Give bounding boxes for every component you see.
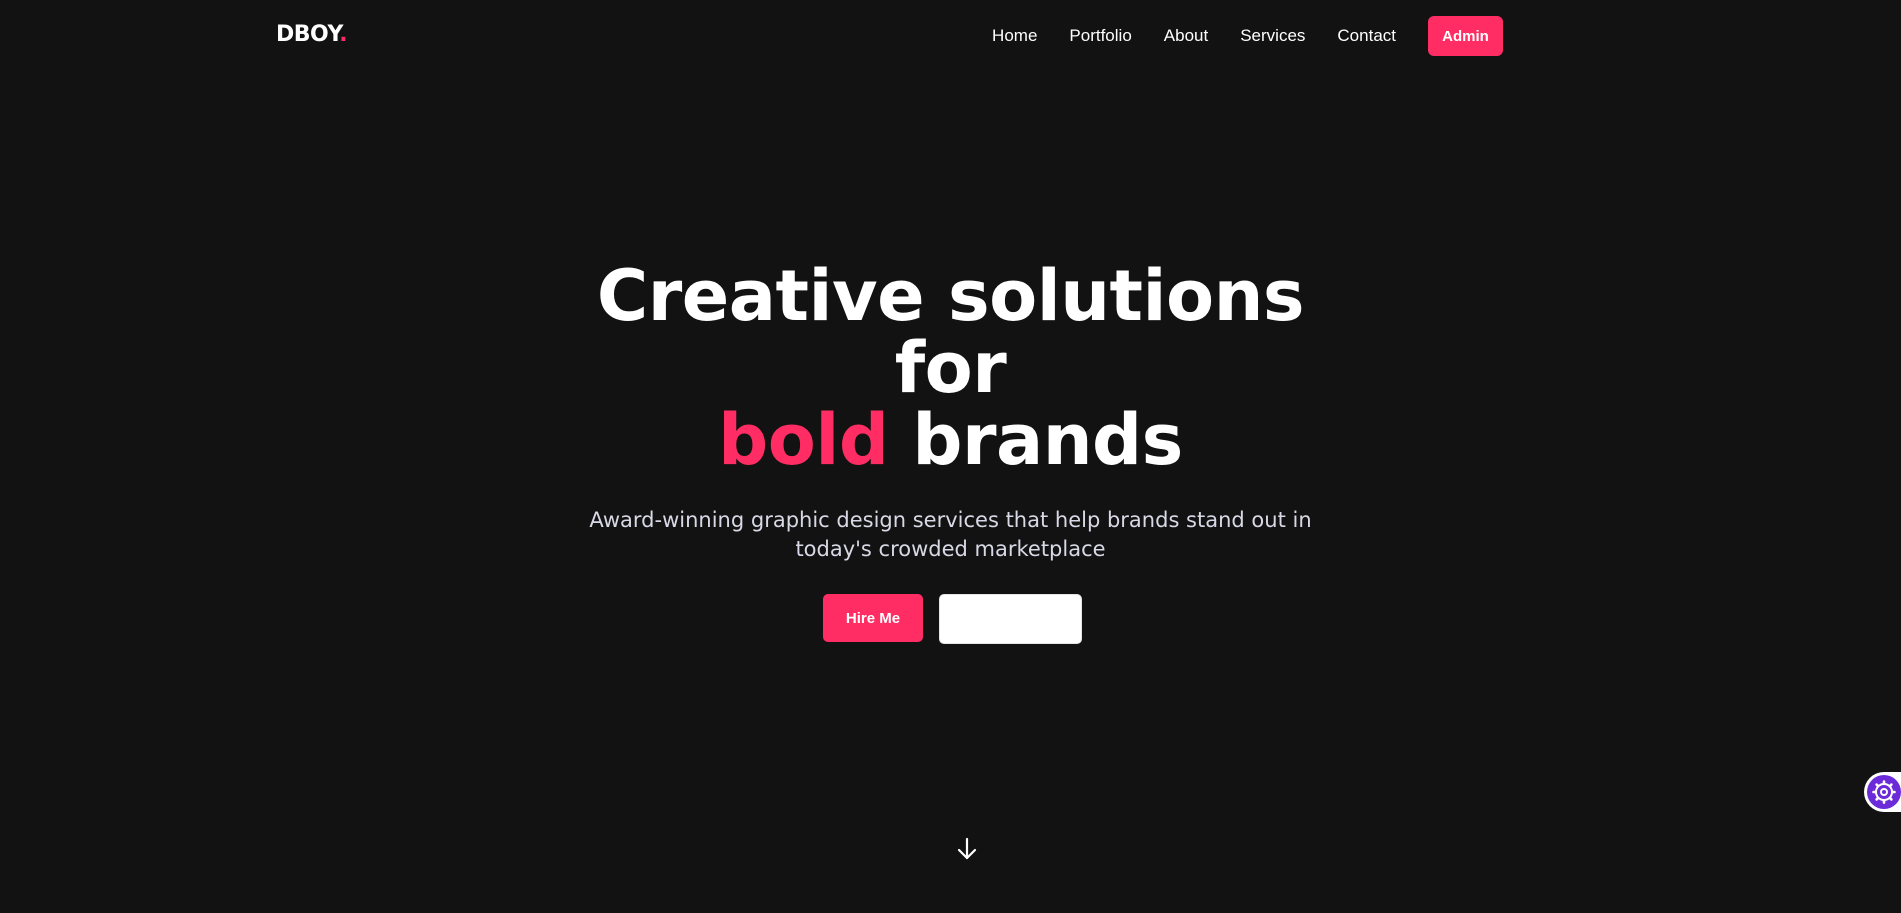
nav-link-home[interactable]: Home bbox=[992, 26, 1037, 46]
hero-title-rest: brands bbox=[912, 399, 1183, 481]
settings-widget[interactable] bbox=[1864, 772, 1901, 812]
nav-link-portfolio[interactable]: Portfolio bbox=[1069, 26, 1131, 46]
hire-me-button[interactable]: Hire Me bbox=[823, 594, 923, 642]
gear-icon[interactable] bbox=[1867, 775, 1901, 809]
nav-links: Home Portfolio About Services Contact Ad… bbox=[992, 0, 1503, 72]
secondary-cta-button[interactable] bbox=[939, 594, 1082, 644]
hero-section: Creative solutions for bold brands Award… bbox=[0, 260, 1901, 644]
hero-subtitle: Award-winning graphic design services th… bbox=[589, 508, 1312, 561]
logo-dot: . bbox=[339, 22, 348, 47]
navbar: DBOY. Home Portfolio About Services Cont… bbox=[0, 0, 1901, 72]
nav-link-about[interactable]: About bbox=[1164, 26, 1208, 46]
nav-link-contact[interactable]: Contact bbox=[1337, 26, 1396, 46]
logo[interactable]: DBOY. bbox=[276, 22, 348, 47]
nav-link-services[interactable]: Services bbox=[1240, 26, 1305, 46]
hero-actions: Hire Me bbox=[0, 594, 1901, 644]
hero-title-line2: for bbox=[894, 327, 1007, 409]
arrow-down-icon[interactable] bbox=[954, 836, 980, 862]
admin-button[interactable]: Admin bbox=[1428, 16, 1503, 56]
hero-title-accent: bold bbox=[718, 399, 889, 481]
hero-title: Creative solutions for bold brands bbox=[0, 260, 1901, 476]
hero-title-line1: Creative solutions bbox=[596, 255, 1305, 337]
logo-text: DBOY bbox=[276, 22, 340, 47]
page: DBOY. Home Portfolio About Services Cont… bbox=[0, 0, 1901, 913]
hero-title-line3: bold brands bbox=[0, 404, 1901, 476]
